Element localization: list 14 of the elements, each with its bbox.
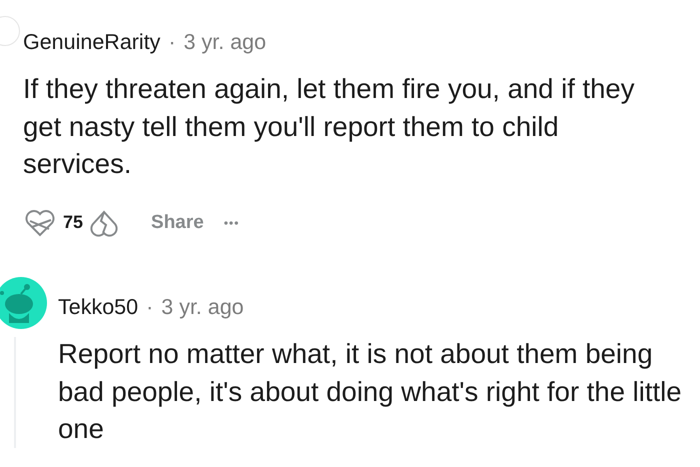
separator-dot: · <box>168 29 176 56</box>
separator-dot: · <box>146 294 154 321</box>
timestamp[interactable]: 3 yr. ago <box>184 26 266 58</box>
avatar-icon <box>0 276 47 329</box>
heart-icon <box>25 208 55 237</box>
share-button[interactable]: Share <box>143 204 212 241</box>
more-button[interactable]: ••• <box>218 204 246 241</box>
timestamp[interactable]: 3 yr. ago <box>161 290 244 323</box>
broken-heart-icon <box>90 208 118 237</box>
username[interactable]: GenuineRarity <box>23 26 160 58</box>
vote-count: 75 <box>63 211 84 234</box>
comment-text: Report no matter what, it is not about them being bad people, it's about doing what's right for the little one <box>58 337 683 446</box>
comment-text: If they threaten again, let them fire you, and if they get nasty tell them you'll report them to child services. <box>23 72 636 182</box>
username[interactable]: Tekko50 <box>58 290 138 323</box>
